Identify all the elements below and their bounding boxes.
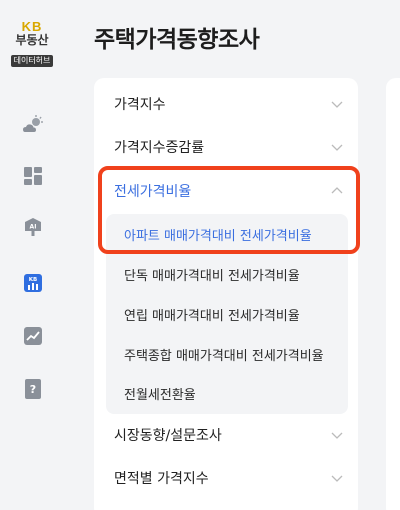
weather-icon[interactable] [22,114,44,136]
menu-item-label: 면적별 가격지수 [114,471,209,487]
logo-main-text: 부동산 [15,33,49,47]
svg-text:KB: KB [29,277,37,283]
submenu-item-apartment[interactable]: 아파트 매매가격대비 전세가격비율 [124,225,312,244]
menu-item-area-price-index[interactable]: 면적별 가격지수 [114,467,344,489]
content-card [386,78,400,510]
chevron-down-icon [331,144,343,151]
menu-item-label: 전세가격비율 [114,184,192,200]
menu-item-label: 가격지수증감률 [114,140,205,156]
svg-text:AI: AI [30,224,37,231]
menu-item-price-index-change[interactable]: 가격지수증감률 [114,136,344,158]
menu-item-label: 시장동향/설문조사 [114,428,222,444]
svg-text:?: ? [30,383,36,396]
chevron-up-icon [331,187,343,194]
left-rail: KB 부동산 데이터허브 AI KB ? [0,0,68,510]
trend-icon[interactable] [22,325,44,347]
dashboard-icon[interactable] [22,165,44,187]
submenu-item-total-housing[interactable]: 주택종합 매매가격대비 전세가격비율 [124,345,324,364]
help-book-icon[interactable]: ? [22,378,44,400]
menu-item-market-survey[interactable]: 시장동향/설문조사 [114,424,344,446]
ai-icon[interactable]: AI [22,216,44,238]
logo-sub-text: 데이터허브 [10,55,54,67]
menu-item-jeonse-ratio[interactable]: 전세가격비율 [114,180,344,202]
chevron-down-icon [331,101,343,108]
submenu-item-row-house[interactable]: 연립 매매가격대비 전세가격비율 [124,305,300,324]
kb-chart-icon[interactable]: KB [22,272,44,294]
page-title: 주택가격동향조사 [94,27,260,53]
menu-item-price-index[interactable]: 가격지수 [114,93,344,115]
submenu-item-detached[interactable]: 단독 매매가격대비 전세가격비율 [124,265,300,284]
logo-kb-text: KB [21,19,43,34]
submenu-item-conversion-rate[interactable]: 전월세전환율 [124,384,196,403]
menu-item-label: 가격지수 [114,97,166,113]
chevron-down-icon [331,432,343,439]
chevron-down-icon [331,475,343,482]
kb-logo[interactable]: KB 부동산 데이터허브 [6,20,58,67]
